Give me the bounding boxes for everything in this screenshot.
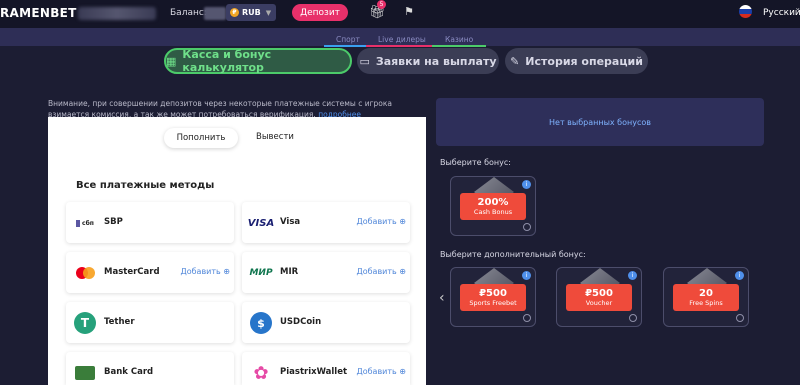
rocket-icon[interactable]: ⚑ <box>404 5 414 18</box>
casino-underline <box>432 45 486 47</box>
method-bank-card[interactable]: Bank Card <box>66 352 234 385</box>
mir-icon: МИР <box>249 268 273 278</box>
currency-selector[interactable]: ₽ RUB ▼ <box>226 4 276 21</box>
choose-bonus-label: Выберите бонус: <box>440 158 511 167</box>
withdraw-toggle[interactable]: Вывести <box>256 132 294 142</box>
bonus-pill: 200% Cash Bonus <box>460 193 526 220</box>
info-icon[interactable]: i <box>735 271 744 280</box>
method-name: Visa <box>280 217 301 227</box>
currency-code: RUB <box>242 8 261 17</box>
tab-history[interactable]: ✎ История операций <box>505 48 648 74</box>
tether-icon: T <box>72 310 98 336</box>
mastercard-icon <box>72 260 98 286</box>
method-piastrix[interactable]: ✿ PiastrixWallet Добавить ⊕ <box>242 352 410 385</box>
method-mir[interactable]: МИР MIR Добавить ⊕ <box>242 252 410 293</box>
choose-extra-bonus-label: Выберите дополнительный бонус: <box>440 250 586 259</box>
bonus-card-cash[interactable]: 200% Cash Bonus i <box>450 176 536 236</box>
tab-history-label: История операций <box>525 54 643 68</box>
visa-icon: VISA <box>247 217 275 229</box>
payment-panel <box>48 117 426 385</box>
tab-withdraw-requests[interactable]: ▭ Заявки на выплату <box>357 48 499 74</box>
calculator-icon: ▦ <box>166 54 177 68</box>
subnav-sport[interactable]: Спорт <box>336 35 360 44</box>
chevron-down-icon: ▼ <box>265 8 272 17</box>
method-tether[interactable]: T Tether <box>66 302 234 343</box>
bonus-pill: ₽500 Sports Freebet <box>460 284 526 311</box>
bank-card-icon <box>72 360 98 385</box>
ruble-coin-icon: ₽ <box>230 8 239 17</box>
method-name: Tether <box>104 317 135 327</box>
chevron-left-icon[interactable]: ‹ <box>439 290 445 306</box>
method-mastercard[interactable]: MasterCard Добавить ⊕ <box>66 252 234 293</box>
site-logo[interactable]: RAMENBET <box>0 6 77 20</box>
pencil-icon: ✎ <box>510 54 520 68</box>
bonus-radio[interactable] <box>736 314 744 322</box>
username-blurred <box>78 7 156 20</box>
bonus-card-voucher[interactable]: ₽500 Voucher i <box>556 267 642 327</box>
payment-methods-title: Все платежные методы <box>76 180 215 191</box>
method-name: USDCoin <box>280 317 322 327</box>
method-name: MIR <box>280 267 299 277</box>
sport-underline <box>324 45 366 47</box>
method-name: SBP <box>104 217 123 227</box>
method-sbp[interactable]: сбп SBP <box>66 202 234 243</box>
method-name: MasterCard <box>104 267 160 277</box>
add-mastercard-button[interactable]: Добавить ⊕ <box>180 267 230 276</box>
no-bonus-selected: Нет выбранных бонусов <box>436 98 764 146</box>
add-piastrix-button[interactable]: Добавить ⊕ <box>356 367 406 376</box>
tab-cashier-label: Касса и бонус калькулятор <box>182 48 272 74</box>
wallet-icon: ▭ <box>359 54 370 68</box>
method-name: Bank Card <box>104 367 154 377</box>
add-mir-button[interactable]: Добавить ⊕ <box>356 267 406 276</box>
bonus-pill: ₽500 Voucher <box>566 284 632 311</box>
russia-flag-icon[interactable] <box>739 5 752 18</box>
deposit-toggle[interactable]: Пополнить <box>164 128 238 148</box>
balance-value-blurred <box>204 7 226 20</box>
method-usdcoin[interactable]: $ USDCoin <box>242 302 410 343</box>
live-underline <box>366 45 432 47</box>
bonus-radio[interactable] <box>629 314 637 322</box>
bonus-card-freebet[interactable]: ₽500 Sports Freebet i <box>450 267 536 327</box>
bonus-radio[interactable] <box>523 314 531 322</box>
sbp-icon: сбп <box>72 210 98 236</box>
gift-count-badge: 5 <box>377 0 386 9</box>
subnav-live-dealers[interactable]: Live дилеры <box>378 35 426 44</box>
piastrix-flower-icon: ✿ <box>253 362 269 384</box>
method-visa[interactable]: VISA Visa Добавить ⊕ <box>242 202 410 243</box>
tab-cashier[interactable]: ▦ Касса и бонус калькулятор <box>164 48 352 74</box>
subnav-casino[interactable]: Казино <box>445 35 473 44</box>
info-icon[interactable]: i <box>628 271 637 280</box>
bonus-pill: 20 Free Spins <box>673 284 739 311</box>
balance-label: Баланс: <box>170 8 207 18</box>
info-icon[interactable]: i <box>522 180 531 189</box>
bonus-radio[interactable] <box>523 223 531 231</box>
add-visa-button[interactable]: Добавить ⊕ <box>356 217 406 226</box>
deposit-button[interactable]: Депозит <box>292 4 348 21</box>
tab-withdraw-label: Заявки на выплату <box>375 54 497 68</box>
usdcoin-icon: $ <box>248 310 274 336</box>
info-icon[interactable]: i <box>522 271 531 280</box>
method-name: PiastrixWallet <box>280 367 348 377</box>
language-selector[interactable]: Русский <box>763 8 800 18</box>
bonus-card-freespins[interactable]: 20 Free Spins i <box>663 267 749 327</box>
